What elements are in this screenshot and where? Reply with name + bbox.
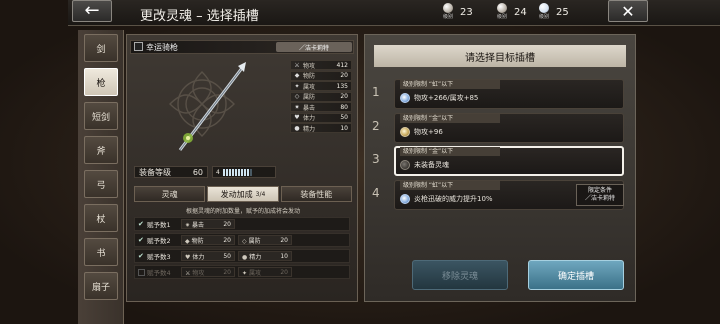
condition-box: 限定条件 ／洁卡莉特	[576, 184, 624, 206]
currency-value: 24	[514, 6, 527, 18]
weapon-artwork	[169, 62, 246, 151]
slot-requirement: 级别限制 “金”以下	[400, 147, 500, 156]
equipment-level: 装备等级 60	[134, 166, 208, 178]
magic-attack-icon: ✦	[242, 269, 248, 277]
weapon-name: 幸运骑枪	[146, 43, 178, 52]
confirm-slot-button[interactable]: 确定插槽	[528, 260, 624, 290]
hp-icon: ♥	[185, 253, 191, 261]
gem-icon: 级别	[440, 3, 456, 21]
tab-dagger[interactable]: 短剑	[84, 102, 118, 130]
slot-soul: 物攻+266/属攻+85	[400, 93, 478, 103]
slot-select-title: 请选择目标插槽	[374, 45, 626, 67]
bonus-row: ✔ 赋予数1 ✷ 暴击 20	[134, 217, 350, 231]
currency-level-3: 级别 25	[536, 3, 569, 21]
slot-3[interactable]: 3 级别限制 “金”以下 未装备灵魂	[366, 146, 628, 176]
slot-number: 4	[372, 186, 380, 200]
close-icon: ✕	[621, 1, 635, 21]
upgrade-progress	[222, 168, 252, 176]
slot-soul: 未装备灵魂	[400, 160, 449, 170]
tab-staff[interactable]: 杖	[84, 204, 118, 232]
tab-lance[interactable]: 枪	[84, 68, 118, 96]
slot-number: 2	[372, 119, 380, 133]
attack-icon: ⚔	[185, 269, 191, 277]
slot-number: 3	[372, 152, 380, 166]
gem-icon: 级别	[536, 3, 552, 21]
defense-icon: ◆	[185, 237, 190, 245]
defense-icon: ◆	[294, 72, 300, 79]
soul-icon	[400, 93, 410, 103]
tab-axe[interactable]: 斧	[84, 136, 118, 164]
magic-attack-icon: ✦	[294, 82, 300, 90]
page-title: 更改灵魂 – 选择插槽	[140, 9, 259, 24]
crit-icon: ✷	[185, 221, 191, 229]
tab-bonus[interactable]: 发动加成 3/4	[207, 186, 279, 202]
slot-soul: 物攻+96	[400, 127, 443, 137]
slot-requirement: 级别限制 “金”以下	[400, 114, 500, 123]
slot-number: 1	[372, 85, 380, 99]
spirit-icon: ●	[294, 124, 300, 132]
lance-icon	[134, 42, 143, 51]
slot-requirement: 级别限制 “虹”以下	[400, 80, 500, 89]
upgrade-bar: 4	[212, 166, 276, 178]
remove-soul-button[interactable]: 移除灵魂	[412, 260, 508, 290]
empty-soul-icon	[400, 160, 410, 170]
empty-check-icon	[138, 268, 145, 276]
currency-level-1: 级别 23	[440, 3, 473, 21]
tab-fan[interactable]: 扇子	[84, 272, 118, 300]
check-icon: ✔	[138, 251, 144, 260]
hp-icon: ♥	[294, 114, 300, 121]
stat-row: ♥ 体力 50	[290, 112, 352, 123]
bonus-row: ✔ 赋予数2 ◆ 物防 20 ◇ 属防 20	[134, 233, 350, 247]
bar-count: 4	[216, 168, 220, 176]
weapon-stats: ⚔ 物攻 412 ◆ 物防 20 ✦ 属攻 135 ◇ 属防 20 ✷ 暴击 80 ♥ 体力 50 ● 精…	[290, 60, 352, 134]
slot-1[interactable]: 1 级别限制 “虹”以下 物攻+266/属攻+85	[366, 79, 628, 109]
stat-row: ✷ 暴击 80	[290, 102, 352, 112]
owner-tag: ／洁卡莉特	[276, 42, 352, 52]
back-button[interactable]: ←	[72, 0, 112, 22]
tab-performance[interactable]: 装备性能	[280, 186, 352, 202]
magic-defense-icon: ◇	[242, 237, 247, 245]
tab-soul[interactable]: 灵魂	[134, 186, 206, 202]
bonus-list: ✔ 赋予数1 ✷ 暴击 20 ✔ 赋予数2 ◆ 物防 20 ◇ 属防 20 ✔ 赋予数3 ♥ 体力 5…	[134, 217, 350, 281]
weapon-type-tabs: 剑 枪 短剑 斧 弓 杖 书 扇子	[78, 30, 124, 324]
stat-row: ◆ 物防 20	[290, 70, 352, 81]
stat-row: ⚔ 物攻 412	[290, 60, 352, 70]
stat-row: ◇ 属防 20	[290, 91, 352, 102]
level-value: 60	[192, 167, 203, 177]
currency-level-2: 级别 24	[494, 3, 527, 21]
bonus-row: 赋予数4 ⚔ 物攻 20 ✦ 属攻 20	[134, 265, 350, 279]
slot-soul: 炎枪迅破的威力提升10%	[400, 194, 493, 204]
slot-2[interactable]: 2 级别限制 “金”以下 物攻+96	[366, 113, 628, 143]
close-button[interactable]: ✕	[608, 0, 648, 22]
detail-tabs: 灵魂 发动加成 3/4 装备性能	[134, 186, 352, 202]
check-icon: ✔	[138, 235, 144, 244]
tab-bow[interactable]: 弓	[84, 170, 118, 198]
stat-row: ✦ 属攻 135	[290, 81, 352, 91]
currency-value: 25	[556, 6, 569, 18]
crit-icon: ✷	[294, 103, 300, 111]
soul-icon	[400, 194, 410, 204]
spirit-icon: ●	[242, 253, 248, 261]
level-label: 装备等级	[139, 167, 171, 177]
back-arrow-icon: ←	[84, 0, 100, 21]
tab-sword[interactable]: 剑	[84, 34, 118, 62]
stat-row: ● 精力 10	[290, 123, 352, 133]
check-icon: ✔	[138, 219, 144, 228]
gem-icon: 级别	[494, 3, 510, 21]
magic-defense-icon: ◇	[294, 93, 300, 100]
bonus-row: ✔ 赋予数3 ♥ 体力 50 ● 精力 10	[134, 249, 350, 263]
currency-value: 23	[460, 6, 473, 18]
attack-icon: ⚔	[294, 61, 300, 69]
slot-requirement: 级别限制 “虹”以下	[400, 181, 500, 190]
tab-book[interactable]: 书	[84, 238, 118, 266]
soul-icon	[400, 127, 410, 137]
bonus-hint: 根据灵魂的附加数量，赋予的加成将会发动	[185, 208, 300, 215]
